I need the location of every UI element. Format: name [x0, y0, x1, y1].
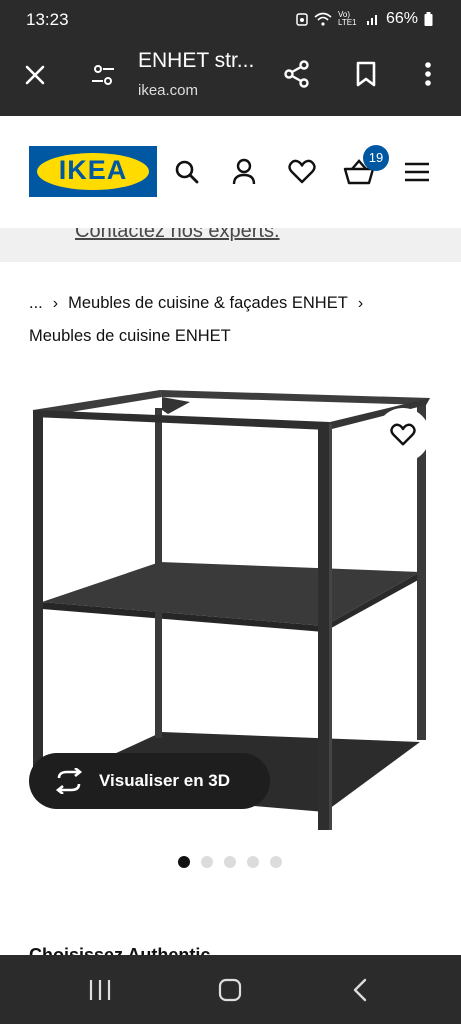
recent-apps-button[interactable]: [80, 975, 120, 1005]
chevron-right-icon: ›: [52, 295, 59, 312]
carousel-dot[interactable]: [270, 856, 282, 868]
contact-experts-link[interactable]: Contactez nos experts.: [75, 228, 280, 243]
browser-page-title: ENHET str...: [138, 49, 255, 72]
home-button[interactable]: [210, 975, 250, 1005]
more-options-button[interactable]: [413, 59, 443, 89]
cart-count-badge: 19: [363, 145, 389, 171]
heart-icon: [390, 423, 416, 446]
wifi-icon: [314, 12, 332, 26]
battery-percent: 66%: [385, 10, 418, 27]
add-to-favourites-button[interactable]: [376, 408, 430, 462]
status-bar: 13:23 Vo) LTE1 66%: [0, 0, 461, 40]
menu-button[interactable]: [400, 155, 434, 189]
carousel-dot[interactable]: [247, 856, 259, 868]
browser-toolbar: ENHET str... ikea.com: [0, 40, 461, 116]
view-in-3d-button[interactable]: Visualiser en 3D: [29, 753, 270, 809]
carousel-dot[interactable]: [201, 856, 213, 868]
chevron-right-icon: ›: [357, 295, 364, 312]
site-settings-button[interactable]: [88, 60, 118, 90]
hamburger-icon: [405, 162, 429, 182]
heart-icon: [288, 159, 316, 184]
breadcrumb-ellipsis[interactable]: ...: [29, 294, 43, 312]
contact-banner: Contactez nos experts.: [0, 228, 461, 262]
share-button[interactable]: [282, 59, 312, 89]
close-tab-button[interactable]: [20, 60, 50, 90]
network-label: Vo) LTE1: [337, 10, 357, 27]
tune-icon: [92, 65, 114, 85]
more-vertical-icon: [425, 62, 431, 86]
carousel-indicator: [178, 856, 282, 868]
breadcrumb-item-current[interactable]: Meubles de cuisine ENHET: [29, 327, 231, 345]
status-time: 13:23: [26, 10, 69, 29]
favourites-button[interactable]: [285, 155, 319, 189]
carousel-dot[interactable]: [178, 856, 190, 868]
signal-icon: [366, 15, 377, 25]
breadcrumb: ... › Meubles de cuisine & façades ENHET › …: [29, 287, 449, 352]
ikea-logo[interactable]: IKEA: [29, 146, 157, 197]
home-icon: [218, 978, 242, 1002]
rotate-3d-icon: [55, 768, 83, 794]
bookmark-icon: [356, 61, 376, 87]
system-navigation-bar: [0, 955, 461, 1024]
browser-url[interactable]: ikea.com: [138, 82, 198, 99]
user-icon: [232, 158, 256, 185]
status-icons: Vo) LTE1 66%: [296, 10, 433, 28]
carousel-dot[interactable]: [224, 856, 236, 868]
account-button[interactable]: [227, 155, 261, 189]
battery-icon: [424, 12, 433, 26]
bookmark-button[interactable]: [351, 59, 381, 89]
share-icon: [284, 60, 309, 88]
search-button[interactable]: [170, 155, 204, 189]
recent-apps-icon: [89, 980, 111, 1000]
view-in-3d-label: Visualiser en 3D: [99, 771, 231, 790]
back-button[interactable]: [340, 975, 380, 1005]
alarm-icon: [296, 13, 308, 26]
site-header: IKEA 19: [0, 116, 461, 228]
back-chevron-icon: [353, 978, 367, 1002]
logo-text: IKEA: [58, 155, 128, 185]
search-icon: [175, 160, 199, 184]
close-icon: [25, 65, 45, 85]
breadcrumb-item-facades[interactable]: Meubles de cuisine & façades ENHET: [68, 294, 348, 312]
